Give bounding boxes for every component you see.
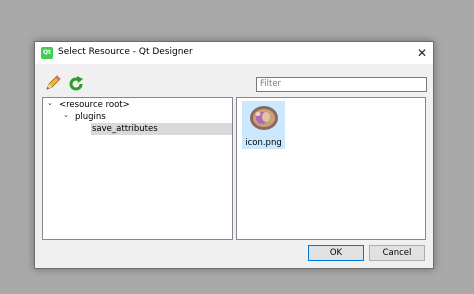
- pencil-icon[interactable]: [44, 74, 62, 92]
- reload-icon[interactable]: [67, 75, 85, 93]
- tree-item-label: <resource root>: [59, 100, 130, 110]
- tree-item-label: plugins: [75, 112, 106, 122]
- filter-input[interactable]: Filter: [256, 77, 427, 92]
- tree-item-label: save_attributes: [92, 124, 158, 134]
- file-view[interactable]: icon.png: [236, 97, 426, 240]
- resource-tree[interactable]: ⌄ <resource root> ⌄ plugins save_attribu…: [42, 97, 233, 240]
- tree-item-save-attributes[interactable]: save_attributes: [92, 123, 158, 135]
- chevron-down-icon[interactable]: ⌄: [63, 111, 69, 119]
- window-title: Select Resource - Qt Designer: [58, 47, 193, 57]
- tree-item-plugins[interactable]: plugins: [75, 111, 106, 123]
- qt-app-icon: Qt: [41, 47, 53, 59]
- ok-button[interactable]: OK: [308, 245, 364, 261]
- close-button[interactable]: ✕: [411, 42, 433, 64]
- tree-item-resource-root[interactable]: <resource root>: [59, 99, 130, 111]
- title-bar[interactable]: Qt Select Resource - Qt Designer ✕: [35, 42, 433, 64]
- image-thumbnail-icon: [250, 106, 278, 130]
- file-item-label: icon.png: [245, 138, 282, 148]
- chevron-down-icon[interactable]: ⌄: [47, 99, 53, 107]
- cancel-button[interactable]: Cancel: [369, 245, 425, 261]
- file-item-icon-png[interactable]: icon.png: [242, 101, 285, 149]
- select-resource-dialog: Qt Select Resource - Qt Designer ✕ Filte…: [34, 41, 434, 269]
